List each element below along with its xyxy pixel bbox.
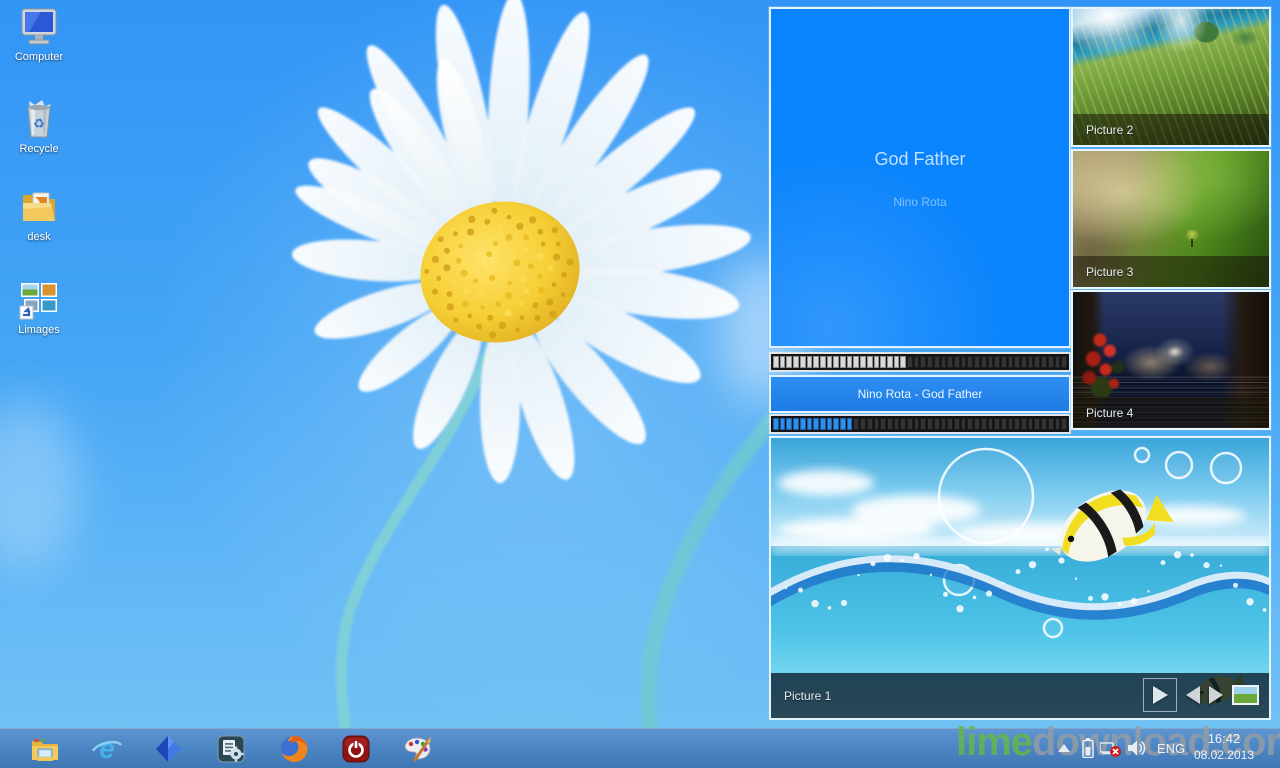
desktop-icon-label: Recycle	[2, 143, 76, 155]
internet-explorer-icon[interactable]: e	[91, 733, 123, 765]
thumbnail-picture-3[interactable]: Picture 3	[1071, 149, 1271, 289]
taskbar-clock[interactable]: 16:42 08.02.2013	[1194, 731, 1254, 762]
language-indicator[interactable]: ENG	[1157, 741, 1185, 756]
desktop: Computer ♻ Recycle desk	[0, 0, 1280, 768]
previous-arrow-button[interactable]	[1186, 686, 1200, 704]
desktop-icon-label: Computer	[2, 51, 76, 63]
music-player-widget[interactable]: God Father Nino Rota	[769, 7, 1071, 348]
battery-icon[interactable]	[1082, 738, 1094, 758]
watermark-prefix: lime	[956, 720, 1032, 764]
tree-detail	[1185, 230, 1199, 244]
thumbnail-label: Picture 2	[1073, 123, 1133, 137]
thumbnail-view-button[interactable]	[1232, 685, 1259, 705]
task-manager-icon[interactable]	[215, 733, 247, 765]
thumbnail-caption-band: Picture 4	[1073, 397, 1269, 428]
play-icon	[1153, 686, 1168, 704]
flower-detail	[1077, 322, 1159, 404]
volume-icon[interactable]	[1128, 739, 1147, 757]
firefox-icon[interactable]	[278, 733, 310, 765]
power-button-icon[interactable]	[340, 733, 372, 765]
thumbnail-caption-band: Picture 2	[1073, 114, 1269, 145]
track-artist: Nino Rota	[771, 195, 1069, 209]
desktop-icon-label: desk	[2, 231, 76, 243]
paint-palette-icon[interactable]	[401, 733, 433, 765]
track-progress-bar[interactable]	[769, 414, 1071, 434]
clock-date: 08.02.2013	[1194, 748, 1254, 762]
volume-progress-bar[interactable]	[769, 352, 1071, 372]
desktop-icon-limages[interactable]: Limages	[2, 278, 76, 336]
track-title: God Father	[771, 149, 1069, 170]
picture-label: Picture 1	[771, 689, 831, 703]
thumbnail-label: Picture 4	[1073, 406, 1133, 420]
image-gallery-icon	[16, 278, 62, 322]
next-arrow-button[interactable]	[1209, 686, 1223, 704]
desktop-icon-label: Limages	[2, 324, 76, 336]
thumbnail-label: Picture 3	[1073, 265, 1133, 279]
thumbnail-picture-4[interactable]: Picture 4	[1071, 290, 1271, 430]
desktop-icon-computer[interactable]: Computer	[2, 5, 76, 63]
daisy-wallpaper	[0, 0, 770, 768]
thumbnail-picture-2[interactable]: Picture 2	[1071, 7, 1271, 147]
thumbnail-caption-band: Picture 3	[1073, 256, 1269, 287]
desktop-icon-recycle-bin[interactable]: ♻ Recycle	[2, 97, 76, 155]
blue-diamond-app-icon[interactable]	[152, 733, 184, 765]
folder-icon	[17, 185, 61, 229]
flower-stem	[649, 390, 770, 768]
now-playing-panel[interactable]: Nino Rota - God Father	[769, 375, 1071, 413]
now-playing-label: Nino Rota - God Father	[858, 387, 983, 401]
picture-viewer[interactable]: Picture 1	[769, 436, 1271, 720]
flower-stem	[341, 330, 497, 768]
viewer-controls	[1143, 677, 1259, 713]
svg-text:e: e	[99, 733, 115, 764]
hidden-icons-chevron[interactable]	[1058, 744, 1070, 752]
clock-time: 16:42	[1194, 731, 1254, 746]
desktop-icon-desk-folder[interactable]: desk	[2, 185, 76, 243]
svg-text:♻: ♻	[33, 116, 45, 131]
computer-icon	[17, 5, 61, 49]
play-button[interactable]	[1143, 678, 1177, 712]
file-explorer-icon[interactable]	[29, 733, 61, 765]
network-error-icon[interactable]	[1100, 741, 1122, 758]
recycle-bin-icon: ♻	[17, 97, 61, 141]
